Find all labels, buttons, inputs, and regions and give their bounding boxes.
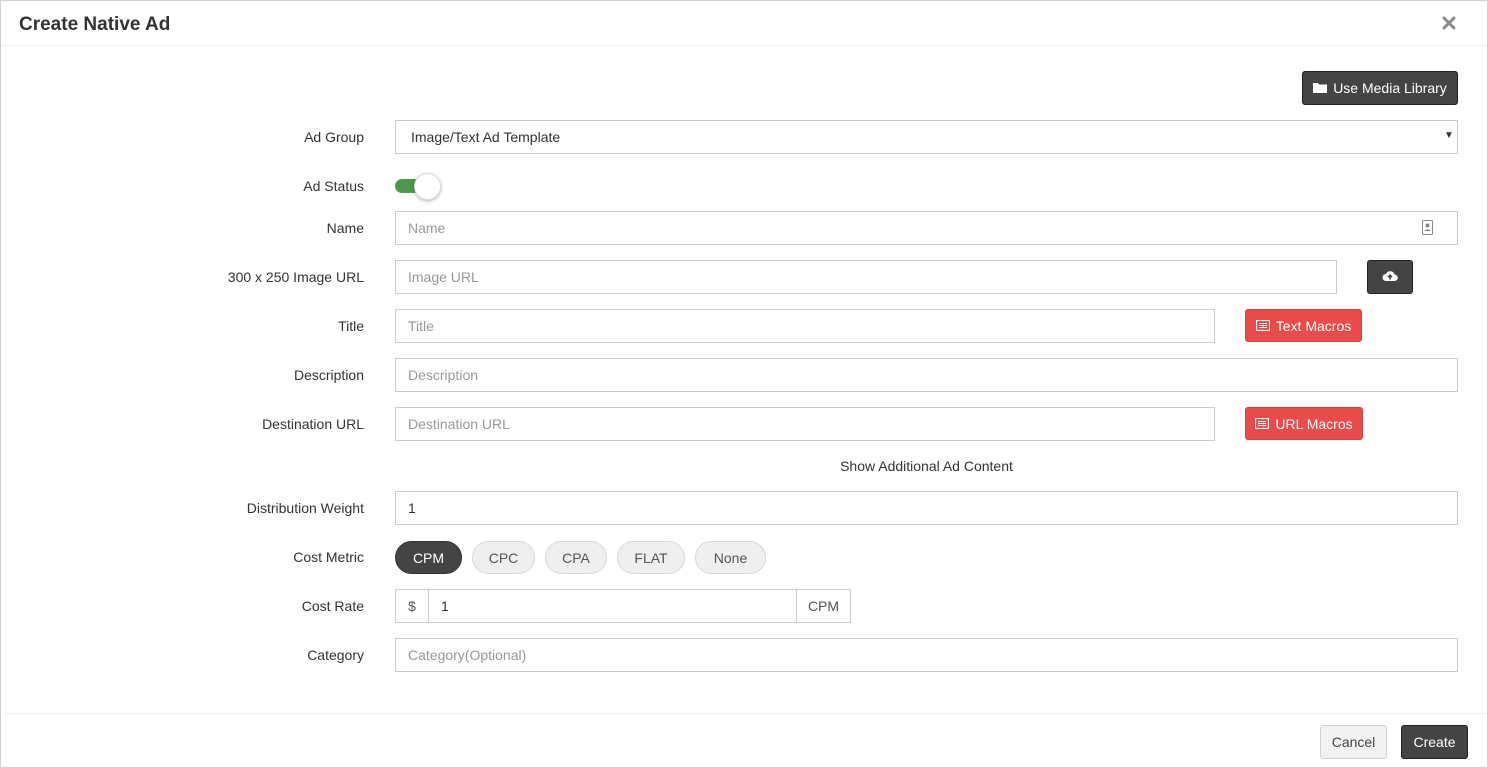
- use-media-library-label: Use Media Library: [1333, 80, 1447, 96]
- modal-title: Create Native Ad: [19, 14, 171, 35]
- description-label: Description: [293, 367, 364, 383]
- distribution-weight-label: Distribution Weight: [246, 500, 364, 516]
- cost-rate-suffix: CPM: [796, 589, 851, 623]
- cost-metric-flat[interactable]: FLAT: [617, 541, 685, 574]
- contact-card-icon: [1422, 220, 1433, 240]
- ad-status-label: Ad Status: [303, 178, 364, 194]
- cost-metric-none[interactable]: None: [695, 541, 766, 574]
- ad-group-value: Image/Text Ad Template: [411, 129, 561, 145]
- destination-url-label: Destination URL: [262, 416, 364, 432]
- ad-group-label: Ad Group: [304, 129, 364, 145]
- cost-rate-label: Cost Rate: [301, 598, 364, 614]
- image-url-label: 300 x 250 Image URL: [227, 269, 364, 285]
- list-icon: [1255, 318, 1270, 334]
- cost-metric-cpc[interactable]: CPC: [472, 541, 535, 574]
- category-input[interactable]: [395, 638, 1458, 672]
- cancel-button[interactable]: Cancel: [1320, 725, 1387, 759]
- name-input[interactable]: [395, 211, 1458, 245]
- url-macros-label: URL Macros: [1275, 415, 1353, 432]
- upload-image-button[interactable]: [1367, 260, 1413, 294]
- cloud-upload-icon: [1382, 269, 1398, 285]
- cost-metric-cpm[interactable]: CPM: [395, 541, 462, 574]
- currency-prefix: $: [395, 589, 429, 623]
- title-label: Title: [338, 318, 364, 334]
- title-input[interactable]: [395, 309, 1215, 343]
- ad-group-select[interactable]: Image/Text Ad Template: [395, 120, 1458, 154]
- ad-status-toggle-knob[interactable]: [414, 173, 441, 200]
- image-url-input[interactable]: [395, 260, 1337, 294]
- cost-metric-cpa[interactable]: CPA: [545, 541, 607, 574]
- text-macros-label: Text Macros: [1275, 317, 1352, 334]
- name-label: Name: [326, 220, 364, 236]
- category-label: Category: [307, 647, 364, 663]
- create-native-ad-modal: Create Native Ad Use Media Library Ad Gr…: [0, 0, 1488, 768]
- use-media-library-button[interactable]: Use Media Library: [1302, 71, 1458, 105]
- url-macros-button[interactable]: URL Macros: [1245, 407, 1363, 440]
- list-icon: [1255, 416, 1270, 432]
- chevron-down-icon: ▼: [1444, 130, 1454, 141]
- footer-divider: [5, 713, 1487, 714]
- close-icon[interactable]: [1441, 15, 1457, 31]
- show-additional-ad-content-link[interactable]: Show Additional Ad Content: [395, 458, 1458, 474]
- modal-header: Create Native Ad: [1, 1, 1487, 46]
- distribution-weight-input[interactable]: [395, 491, 1458, 525]
- destination-url-input[interactable]: [395, 407, 1215, 441]
- text-macros-button[interactable]: Text Macros: [1245, 309, 1362, 342]
- description-input[interactable]: [395, 358, 1458, 392]
- cost-metric-label: Cost Metric: [293, 549, 364, 565]
- cost-rate-input[interactable]: [428, 589, 797, 623]
- folder-icon: [1313, 80, 1328, 96]
- create-button[interactable]: Create: [1401, 725, 1468, 759]
